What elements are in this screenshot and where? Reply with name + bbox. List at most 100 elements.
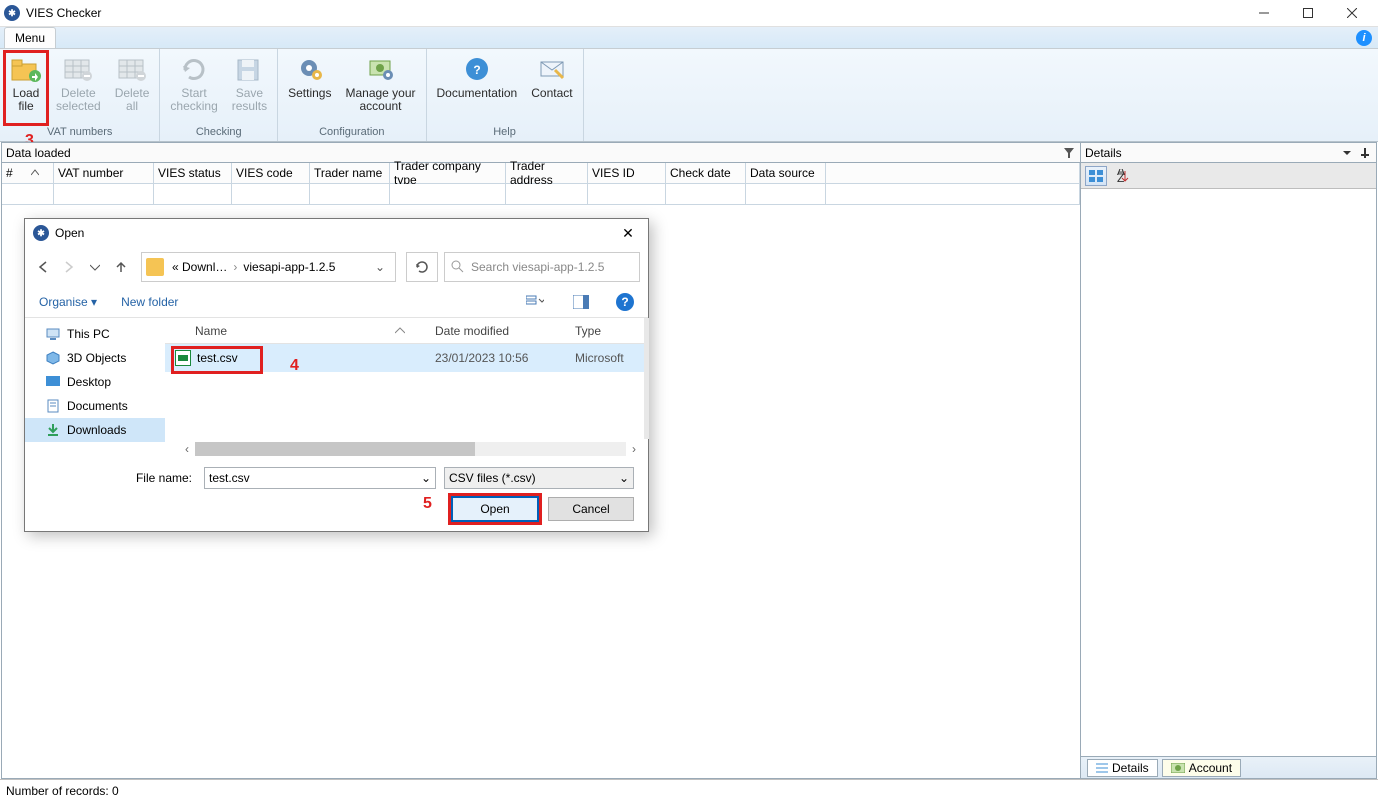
delete-selected-button[interactable]: Delete selected: [50, 51, 107, 125]
filecol-date[interactable]: Date modified: [425, 324, 565, 338]
refresh-icon: [178, 53, 210, 85]
record-count: Number of records: 0: [6, 784, 119, 798]
chevron-down-icon[interactable]: ⌄: [369, 260, 391, 274]
categorize-button[interactable]: [1085, 166, 1107, 186]
tree-node-this-pc[interactable]: This PC: [25, 322, 165, 346]
refresh-button[interactable]: [406, 252, 438, 282]
start-checking-button[interactable]: Start checking: [164, 51, 223, 125]
cube-icon: [45, 350, 61, 366]
desktop-icon: [45, 374, 61, 390]
nav-up-button[interactable]: [111, 257, 131, 277]
ribbon-tabstrip: Menu i: [0, 27, 1378, 48]
pane-title: Details: [1085, 146, 1122, 160]
delete-all-button[interactable]: Delete all: [109, 51, 156, 125]
load-file-button[interactable]: Load file: [4, 51, 48, 125]
menu-tab[interactable]: Menu: [4, 27, 56, 48]
ribbon-group-label: Checking: [160, 125, 277, 141]
col-data-source[interactable]: Data source: [746, 163, 826, 183]
app-icon: ✱: [4, 5, 20, 21]
annotation-box-4: [171, 346, 263, 374]
chevron-down-icon[interactable]: ⌄: [421, 471, 431, 485]
col-vies-code[interactable]: VIES code: [232, 163, 310, 183]
minimize-button[interactable]: [1242, 1, 1286, 25]
tree-node-documents[interactable]: Documents: [25, 394, 165, 418]
folder-open-icon: [10, 53, 42, 85]
breadcrumb-item[interactable]: « Downl…: [168, 260, 231, 274]
ribbon-group-label: Help: [427, 125, 583, 141]
filecol-name[interactable]: Name: [165, 324, 425, 338]
search-input[interactable]: Search viesapi-app-1.2.5: [444, 252, 640, 282]
file-name-input[interactable]: test.csv⌄: [204, 467, 436, 489]
ribbon-group-help: ? Documentation Contact Help: [427, 49, 584, 141]
chevron-down-icon[interactable]: ⌄: [619, 471, 629, 485]
preview-pane-button[interactable]: [570, 291, 592, 313]
col-num[interactable]: #: [2, 163, 54, 183]
table-delete-all-icon: [116, 53, 148, 85]
file-type-filter[interactable]: CSV files (*.csv)⌄: [444, 467, 634, 489]
col-vies-id[interactable]: VIES ID: [588, 163, 666, 183]
col-trader-name[interactable]: Trader name: [310, 163, 390, 183]
filter-icon[interactable]: [1062, 146, 1076, 160]
svg-text:Z: Z: [1117, 171, 1124, 183]
col-trader-address[interactable]: Trader address: [506, 163, 588, 183]
info-icon[interactable]: i: [1356, 30, 1372, 46]
help-icon[interactable]: ?: [616, 293, 634, 311]
col-company-type[interactable]: Trader company type: [390, 163, 506, 183]
annotation-box-5: [448, 493, 542, 525]
dialog-close-button[interactable]: ✕: [616, 221, 640, 245]
ribbon-group-configuration: Settings Manage your account Configurati…: [278, 49, 426, 141]
ribbon-group-label: Configuration: [278, 125, 425, 141]
ribbon-group-checking: Start checking Save results Checking: [160, 49, 278, 141]
tab-details[interactable]: Details: [1087, 759, 1158, 777]
filecol-type[interactable]: Type: [565, 324, 648, 338]
breadcrumb-item[interactable]: viesapi-app-1.2.5: [239, 260, 339, 274]
scroll-left-icon[interactable]: ‹: [179, 442, 195, 456]
sort-button[interactable]: AZ: [1111, 166, 1133, 186]
dialog-title: Open: [55, 226, 616, 240]
organise-button[interactable]: Organise ▾: [39, 295, 97, 309]
scroll-right-icon[interactable]: ›: [626, 442, 642, 456]
col-vat-number[interactable]: VAT number: [54, 163, 154, 183]
save-results-button[interactable]: Save results: [226, 51, 273, 125]
dropdown-icon[interactable]: [1340, 146, 1354, 160]
settings-button[interactable]: Settings: [282, 51, 337, 125]
tree-scrollbar[interactable]: [644, 318, 649, 439]
download-icon: [45, 422, 61, 438]
help-icon: ?: [461, 53, 493, 85]
cancel-button[interactable]: Cancel: [548, 497, 634, 521]
pin-icon[interactable]: [1358, 146, 1372, 160]
folder-tree[interactable]: This PC 3D Objects Desktop Documents Dow…: [25, 318, 165, 459]
folder-icon: [146, 258, 164, 276]
nav-recent-button[interactable]: [85, 257, 105, 277]
manage-account-button[interactable]: Manage your account: [339, 51, 421, 125]
tab-account[interactable]: Account: [1162, 759, 1241, 777]
breadcrumb[interactable]: « Downl… › viesapi-app-1.2.5 ⌄: [141, 252, 396, 282]
tree-node-3d-objects[interactable]: 3D Objects: [25, 346, 165, 370]
app-icon: ✱: [33, 225, 49, 241]
col-spare: [826, 163, 1080, 183]
contact-button[interactable]: Contact: [525, 51, 578, 125]
view-mode-button[interactable]: [524, 291, 546, 313]
details-pane: Details AZ Details Account: [1081, 143, 1376, 778]
annotation-4: 4: [290, 357, 299, 375]
ribbon: Load file Delete selected Delete all VAT…: [0, 48, 1378, 142]
horizontal-scrollbar[interactable]: ‹ ›: [179, 441, 642, 457]
maximize-button[interactable]: [1286, 1, 1330, 25]
new-folder-button[interactable]: New folder: [121, 295, 178, 309]
tree-node-desktop[interactable]: Desktop: [25, 370, 165, 394]
nav-forward-button[interactable]: [59, 257, 79, 277]
col-check-date[interactable]: Check date: [666, 163, 746, 183]
documentation-button[interactable]: ? Documentation: [431, 51, 524, 125]
close-button[interactable]: [1330, 1, 1374, 25]
ribbon-group-vat-numbers: Load file Delete selected Delete all VAT…: [0, 49, 160, 141]
nav-back-button[interactable]: [33, 257, 53, 277]
dialog-navbar: « Downl… › viesapi-app-1.2.5 ⌄ Search vi…: [25, 247, 648, 287]
dialog-toolbar: Organise ▾ New folder ?: [25, 287, 648, 317]
tree-node-downloads[interactable]: Downloads: [25, 418, 165, 442]
col-vies-status[interactable]: VIES status: [154, 163, 232, 183]
details-bottom-tabs: Details Account: [1081, 756, 1376, 778]
save-icon: [233, 53, 265, 85]
file-name-label: File name:: [39, 471, 196, 485]
grid-header: # VAT number VIES status VIES code Trade…: [2, 163, 1080, 184]
money-icon: [1171, 763, 1185, 773]
